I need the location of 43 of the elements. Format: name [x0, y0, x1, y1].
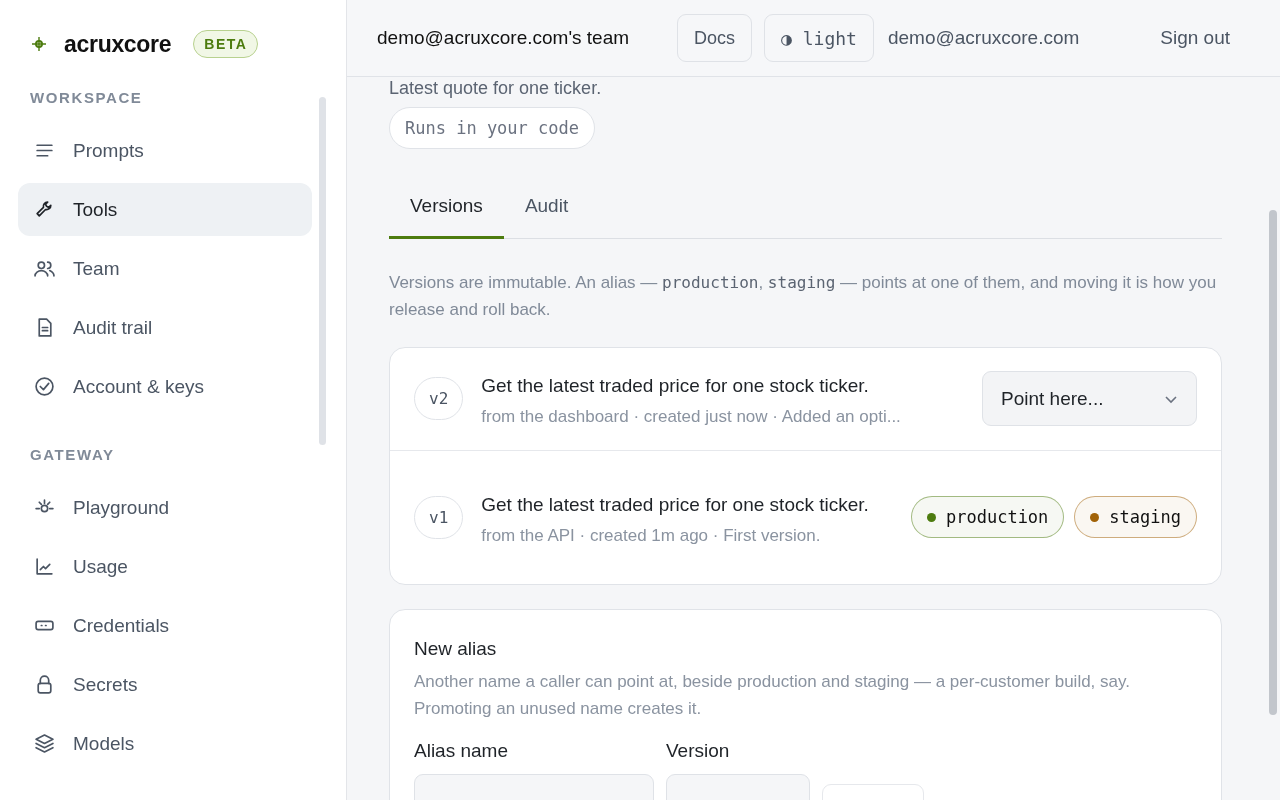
version-meta: from the API · created 1m ago · First version.	[481, 525, 822, 546]
chart-icon	[34, 556, 55, 577]
alias-pill: staging	[1074, 496, 1197, 538]
sidebar-item[interactable]: Tools	[18, 183, 312, 236]
version-title: Get the latest traded price for one stock ticker.	[481, 492, 870, 517]
runs-badge: Runs in your code	[389, 107, 595, 149]
point-here-dropdown[interactable]: Point here...	[982, 371, 1197, 426]
version-meta: from the dashboard · created just now · Added an opti...	[481, 407, 902, 427]
version-title: Get the latest traded price for one stock ticker.	[481, 374, 870, 398]
scrollbar[interactable]	[1269, 210, 1277, 715]
docs-button[interactable]: Docs	[677, 14, 753, 62]
field-label: Alias name	[414, 739, 509, 762]
tool-description: Latest quote for one ticker.	[389, 78, 603, 99]
section-heading: WORKSPACE	[29, 89, 144, 106]
sidebar-item[interactable]: Usage	[18, 540, 312, 593]
theme-button[interactable]: ◑ light	[764, 14, 874, 62]
tab[interactable]: Audit	[503, 183, 590, 239]
sidebar-item[interactable]: Playground	[18, 481, 312, 534]
brand-name: acruxcore	[64, 30, 172, 58]
new-alias-title: New alias	[414, 637, 498, 660]
people-icon	[34, 258, 55, 279]
field-label: Version	[666, 739, 731, 762]
section-heading: GATEWAY	[29, 446, 116, 463]
sidebar-item[interactable]: Audit trail	[18, 301, 312, 354]
sidebar-item[interactable]: Models	[18, 717, 312, 770]
check-circle-icon	[34, 376, 55, 397]
beta-badge: BETA	[193, 30, 259, 58]
sign-out-button[interactable]: Sign out	[1160, 27, 1230, 49]
versions-note: Versions are immutable. An alias — production, staging — points at one of them, and moving it is how you release and roll back.	[389, 271, 1218, 321]
user-email: demo@acruxcore.com	[887, 27, 1080, 49]
alias-pill: production	[911, 496, 1065, 538]
lock-icon	[34, 674, 55, 695]
sidebar-item[interactable]: Prompts	[18, 124, 312, 177]
sidebar-item[interactable]: Team	[18, 242, 312, 295]
layers-icon	[34, 733, 55, 754]
sidebar-item[interactable]: Credentials	[18, 599, 312, 652]
wrench-icon	[34, 199, 55, 220]
new-alias-description: Another name a caller can point at, beside production and staging — a per-customer build, say. Promoting an unused name creates it.	[414, 670, 1131, 720]
tab[interactable]: Versions	[389, 183, 504, 239]
sidebar-item[interactable]: Account & keys	[18, 360, 312, 413]
team-name: demo@acruxcore.com's team	[377, 27, 630, 49]
scrollbar[interactable]	[319, 97, 326, 445]
sidebar-item[interactable]: Secrets	[18, 658, 312, 711]
